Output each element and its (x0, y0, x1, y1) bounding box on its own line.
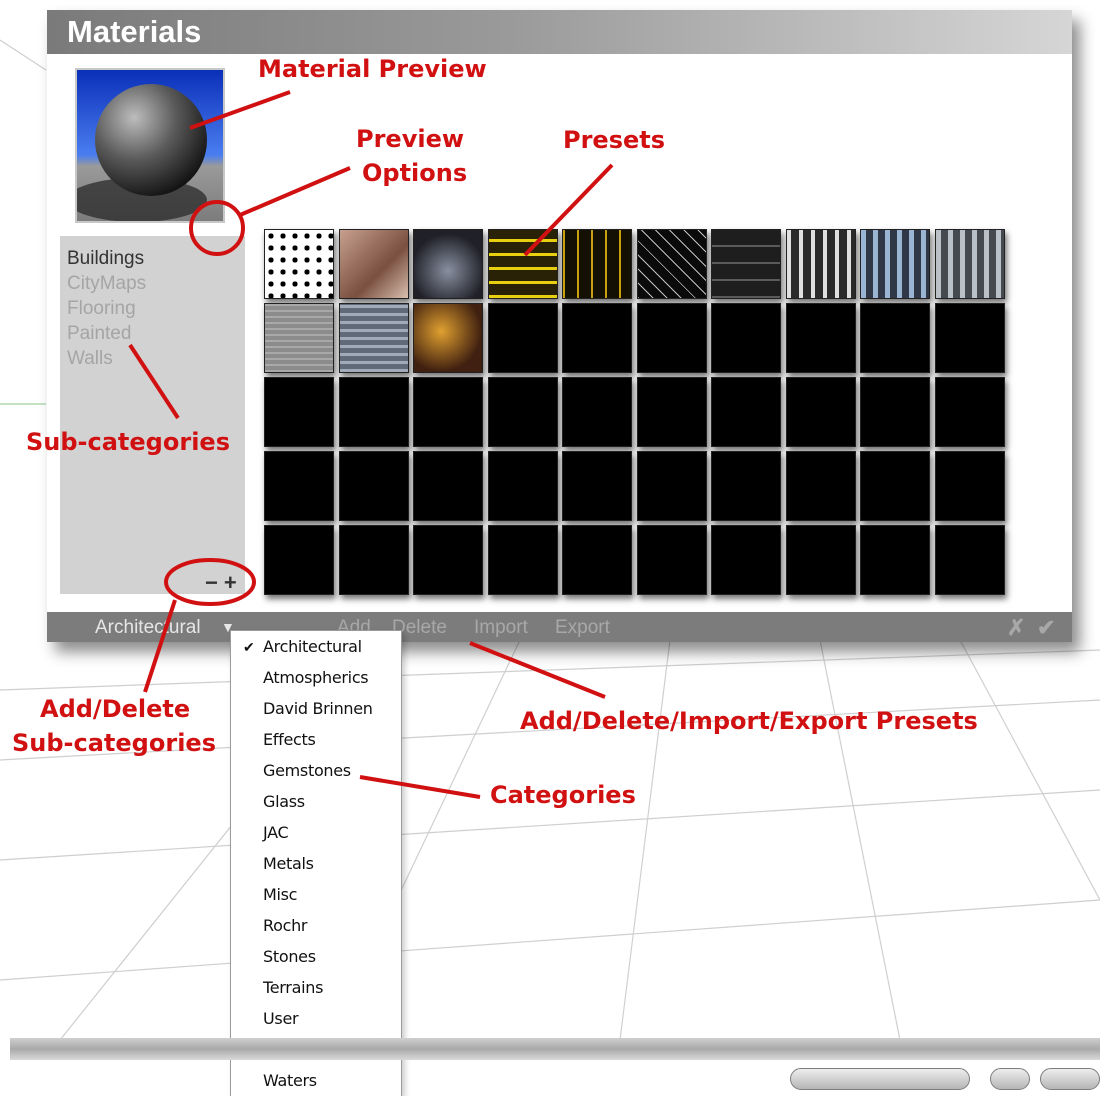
preset-empty-slot[interactable] (711, 303, 781, 373)
window-title: Materials (67, 14, 202, 49)
preset-empty-slot[interactable] (562, 451, 632, 521)
preset-empty-slot[interactable] (785, 303, 856, 373)
preset-empty-slot[interactable] (636, 525, 707, 595)
preset-empty-slot[interactable] (487, 525, 558, 595)
preset-thumbnail-collage-map[interactable] (338, 229, 409, 299)
export-preset-button[interactable]: Export (555, 617, 610, 639)
preset-empty-slot[interactable] (860, 451, 930, 521)
category-menu-item[interactable]: Architectural (263, 637, 362, 656)
animation-frame-bar[interactable] (790, 1068, 970, 1090)
preset-thumbnail-windows-grey[interactable] (934, 229, 1005, 299)
preset-thumbnail-dots-white[interactable] (264, 229, 334, 299)
preset-empty-slot[interactable] (562, 525, 632, 595)
preset-empty-slot[interactable] (860, 525, 930, 595)
preset-thumbnail-yellow-cage[interactable] (562, 229, 632, 299)
category-dropdown[interactable]: Architectural (95, 617, 201, 639)
preset-empty-slot[interactable] (636, 377, 707, 447)
preset-empty-slot[interactable] (711, 451, 781, 521)
subcategory-item-flooring[interactable]: Flooring (67, 298, 136, 320)
preset-empty-slot[interactable] (487, 377, 558, 447)
preset-empty-slot[interactable] (338, 377, 409, 447)
preset-empty-slot[interactable] (562, 303, 632, 373)
preset-empty-slot[interactable] (264, 451, 334, 521)
preset-empty-slot[interactable] (636, 303, 707, 373)
preview-sphere-icon (77, 70, 223, 221)
category-menu-item[interactable]: Waters (263, 1071, 317, 1090)
delete-subcategory-button[interactable]: − (205, 570, 224, 595)
preset-empty-slot[interactable] (264, 377, 334, 447)
subcategory-item-buildings[interactable]: Buildings (67, 248, 144, 270)
add-subcategory-button[interactable]: + (224, 570, 243, 595)
ok-check-icon[interactable]: ✔ (1037, 615, 1055, 641)
subcategory-list: Buildings CityMaps Flooring Painted Wall… (60, 236, 245, 595)
preset-thumbnail-blue-grey-stone[interactable] (338, 303, 409, 373)
subcategory-item-citymaps[interactable]: CityMaps (67, 273, 146, 295)
preview-options-arrow-icon[interactable]: ▼ (209, 219, 229, 233)
preset-thumbnail-windows-dark[interactable] (785, 229, 856, 299)
materials-window: Materials ▼ Buildings CityMaps Flooring … (47, 10, 1072, 642)
preset-thumbnail-dark-tiles[interactable] (711, 229, 781, 299)
preset-empty-slot[interactable] (934, 377, 1005, 447)
material-preview[interactable] (75, 68, 225, 223)
preset-thumbnail-grey-stucco[interactable] (264, 303, 334, 373)
preset-thumbnail-yellow-sphere-grid[interactable] (487, 229, 558, 299)
category-menu-item[interactable]: Effects (263, 730, 316, 749)
preset-empty-slot[interactable] (338, 525, 409, 595)
rewind-button[interactable] (1040, 1068, 1100, 1090)
category-menu-item[interactable]: Atmospherics (263, 668, 369, 687)
preset-empty-slot[interactable] (413, 525, 483, 595)
preset-empty-slot[interactable] (487, 303, 558, 373)
preset-thumbnail-white-cage[interactable] (636, 229, 707, 299)
checkmark-icon: ✔ (243, 639, 255, 655)
preset-empty-slot[interactable] (860, 377, 930, 447)
preset-empty-slot[interactable] (636, 451, 707, 521)
preset-empty-slot[interactable] (338, 451, 409, 521)
preset-empty-slot[interactable] (264, 525, 334, 595)
category-menu-item[interactable]: Rochr (263, 916, 308, 935)
cancel-icon[interactable]: ✗ (1007, 615, 1025, 641)
bottom-bar: Architectural ▼ Add Delete Import Export… (47, 612, 1072, 642)
subcategory-item-walls[interactable]: Walls (67, 348, 113, 370)
title-bar: Materials (47, 10, 1072, 54)
category-menu-item[interactable]: David Brinnen (263, 699, 373, 718)
preset-empty-slot[interactable] (562, 377, 632, 447)
preset-empty-slot[interactable] (934, 525, 1005, 595)
preset-empty-slot[interactable] (413, 377, 483, 447)
category-menu-item[interactable]: Gemstones (263, 761, 351, 780)
timeline-strip[interactable] (10, 1038, 1100, 1060)
category-menu: ✔ Architectural Atmospherics David Brinnen E… (230, 630, 402, 1096)
category-menu-item[interactable]: Stones (263, 947, 316, 966)
preset-thumbnail-windows-blue[interactable] (860, 229, 930, 299)
category-menu-item[interactable]: Terrains (263, 978, 323, 997)
preset-empty-slot[interactable] (487, 451, 558, 521)
preset-empty-slot[interactable] (785, 451, 856, 521)
category-menu-item[interactable]: User (263, 1009, 299, 1028)
category-menu-item[interactable]: Misc (263, 885, 297, 904)
preset-empty-slot[interactable] (934, 451, 1005, 521)
preset-empty-slot[interactable] (934, 303, 1005, 373)
import-preset-button[interactable]: Import (474, 617, 528, 639)
preset-empty-slot[interactable] (785, 377, 856, 447)
subcategory-item-painted[interactable]: Painted (67, 323, 131, 345)
preset-thumbnail-lit-windows-cube[interactable] (413, 303, 483, 373)
preset-empty-slot[interactable] (711, 377, 781, 447)
preset-empty-slot[interactable] (711, 525, 781, 595)
category-menu-item[interactable]: Metals (263, 854, 314, 873)
category-menu-item[interactable]: JAC (263, 823, 289, 842)
playback-button[interactable] (990, 1068, 1030, 1090)
preset-empty-slot[interactable] (785, 525, 856, 595)
preset-empty-slot[interactable] (860, 303, 930, 373)
preset-thumbnail-dome-frame[interactable] (413, 229, 483, 299)
preset-empty-slot[interactable] (413, 451, 483, 521)
category-menu-item[interactable]: Glass (263, 792, 305, 811)
